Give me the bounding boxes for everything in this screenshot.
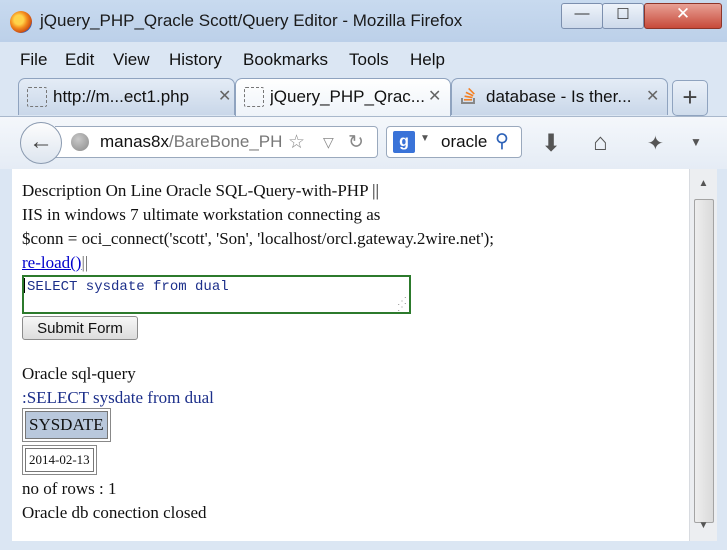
result-data-table: 2014-02-13 (22, 445, 97, 475)
url-host: manas8x (100, 132, 169, 151)
tab-label: jQuery_PHP_Qrac... (270, 87, 425, 106)
reload-row: re-load()|| (22, 253, 88, 273)
bookmark-star-icon[interactable]: ☆ (288, 131, 305, 154)
chevron-down-icon[interactable]: ▼ (690, 135, 702, 149)
query-textarea[interactable]: SELECT sysdate from dual ⋰ ⋰ (22, 275, 411, 314)
firefox-logo-icon (10, 11, 32, 33)
tab-project-php[interactable]: http://m...ect1.php ✕ (18, 78, 235, 115)
back-arrow-icon: ← (29, 128, 53, 155)
menu-view[interactable]: View (113, 50, 150, 70)
back-button[interactable]: ← (20, 122, 62, 164)
tab-close-icon[interactable]: ✕ (646, 86, 659, 106)
query-text[interactable]: SELECT sysdate from dual (27, 279, 229, 295)
search-bar[interactable]: g ▼ oracle ⚲ (386, 126, 522, 158)
resize-grip-icon[interactable]: ⋰ ⋰ (397, 297, 407, 313)
blank-page-icon (27, 87, 47, 107)
tab-query-editor[interactable]: jQuery_PHP_Qrac... ✕ (235, 78, 451, 116)
stackoverflow-icon (460, 87, 478, 105)
google-icon[interactable]: g (393, 131, 415, 153)
environment-line: IIS in windows 7 ultimate workstation co… (22, 205, 381, 224)
navigation-toolbar: manas8x/BareBone_PH ☆ ▽ ↻ ← g ▼ oracle ⚲… (0, 116, 727, 169)
close-icon: ✕ (675, 4, 691, 23)
result-header-table: SYSDATE (22, 408, 111, 442)
window-title: jQuery_PHP_Qracle Scott/Query Editor - M… (40, 11, 463, 30)
globe-icon (71, 133, 89, 151)
url-text: manas8x/BareBone_PH (100, 132, 282, 152)
menu-history[interactable]: History (169, 50, 222, 70)
query-echo: :SELECT sysdate from dual (22, 388, 214, 407)
menu-edit[interactable]: Edit (65, 50, 94, 70)
column-header-sysdate: SYSDATE (25, 411, 108, 439)
home-icon[interactable]: ⌂ (593, 129, 608, 157)
close-window-button[interactable]: ✕ (644, 3, 722, 29)
menu-bar: File Edit View History Bookmarks Tools H… (0, 46, 727, 74)
firebug-icon[interactable]: ✦ (647, 131, 664, 156)
reload-separator: || (81, 253, 89, 272)
minimize-icon: — (574, 5, 590, 22)
row-count: no of rows : 1 (22, 479, 117, 498)
url-bar[interactable]: manas8x/BareBone_PH ☆ ▽ ↻ (55, 126, 378, 158)
maximize-icon: ☐ (616, 6, 630, 23)
menu-tools[interactable]: Tools (349, 50, 389, 70)
blank-page-icon (244, 87, 264, 107)
result-cell: 2014-02-13 (25, 448, 94, 472)
scroll-down-icon[interactable]: ▼ (690, 517, 717, 535)
scroll-up-icon[interactable]: ▲ (690, 175, 717, 193)
connection-status: Oracle db conection closed (22, 503, 207, 522)
firefox-window: jQuery_PHP_Qracle Scott/Query Editor - M… (0, 0, 727, 550)
menu-file[interactable]: File (20, 50, 47, 70)
title-bar: jQuery_PHP_Qracle Scott/Query Editor - M… (0, 0, 727, 42)
tab-close-icon[interactable]: ✕ (218, 86, 231, 106)
connect-line: $conn = oci_connect('scott', 'Son', 'loc… (22, 229, 495, 248)
page-content: Description On Line Oracle SQL-Query-wit… (12, 169, 689, 541)
reload-icon[interactable]: ↻ (348, 131, 364, 154)
tab-close-icon[interactable]: ✕ (428, 86, 441, 106)
menu-bookmarks[interactable]: Bookmarks (243, 50, 328, 70)
vertical-scrollbar[interactable]: ▲ ▼ (689, 169, 717, 541)
history-dropdown-icon[interactable]: ▽ (323, 134, 334, 151)
description-line: Description On Line Oracle SQL-Query-wit… (22, 181, 379, 200)
menu-help[interactable]: Help (410, 50, 445, 70)
reload-link[interactable]: re-load() (22, 253, 81, 272)
new-tab-button[interactable]: + (672, 80, 708, 116)
tab-label: database - Is ther... (486, 87, 632, 106)
maximize-button[interactable]: ☐ (602, 3, 644, 29)
search-icon[interactable]: ⚲ (495, 130, 509, 153)
result-heading: Oracle sql-query (22, 364, 136, 383)
minimize-button[interactable]: — (561, 3, 603, 29)
tab-label: http://m...ect1.php (53, 87, 190, 106)
tab-strip: http://m...ect1.php ✕ jQuery_PHP_Qrac...… (0, 76, 727, 116)
download-icon[interactable]: ⬇ (541, 129, 561, 158)
text-caret (24, 278, 25, 293)
submit-form-button[interactable]: Submit Form (22, 316, 138, 340)
search-input[interactable]: oracle (441, 132, 487, 152)
url-path: /BareBone_PH (168, 132, 282, 151)
chevron-down-icon[interactable]: ▼ (420, 133, 430, 144)
tab-stackoverflow[interactable]: database - Is ther... ✕ (451, 78, 668, 115)
scrollbar-thumb[interactable] (694, 199, 714, 523)
